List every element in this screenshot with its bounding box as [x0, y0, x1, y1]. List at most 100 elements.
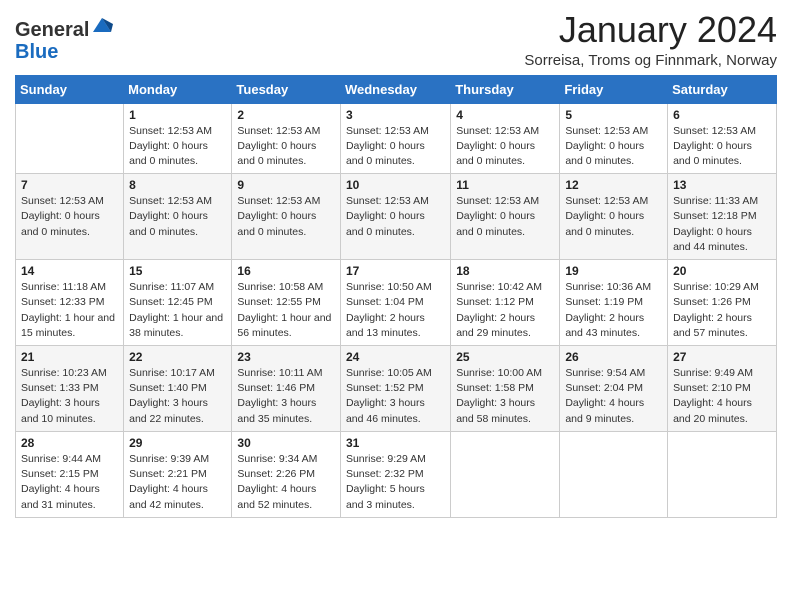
column-header-thursday: Thursday	[451, 75, 560, 103]
calendar-cell: 30 Sunrise: 9:34 AM Sunset: 2:26 PM Dayli…	[232, 431, 341, 517]
day-info: Sunset: 12:53 AM Daylight: 0 hours and 0…	[21, 194, 118, 240]
day-info: Sunrise: 10:00 AM Sunset: 1:58 PM Daylig…	[456, 366, 554, 427]
day-number: 26	[565, 350, 662, 364]
calendar-cell: 4 Sunset: 12:53 AM Daylight: 0 hours and …	[451, 103, 560, 174]
logo-triangle-icon	[91, 14, 113, 36]
calendar-week-row: 28 Sunrise: 9:44 AM Sunset: 2:15 PM Dayli…	[16, 431, 777, 517]
day-number: 16	[237, 264, 335, 278]
day-info: Sunrise: 10:11 AM Sunset: 1:46 PM Daylig…	[237, 366, 335, 427]
calendar-cell	[16, 103, 124, 174]
day-number: 8	[129, 178, 226, 192]
day-info: Sunrise: 10:05 AM Sunset: 1:52 PM Daylig…	[346, 366, 445, 427]
day-number: 29	[129, 436, 226, 450]
day-info: Sunrise: 9:34 AM Sunset: 2:26 PM Dayligh…	[237, 452, 335, 513]
calendar-cell: 26 Sunrise: 9:54 AM Sunset: 2:04 PM Dayli…	[560, 346, 668, 432]
calendar-cell: 14 Sunrise: 11:18 AM Sunset: 12:33 PM Day…	[16, 260, 124, 346]
calendar-cell: 22Sunrise: 10:17 AM Sunset: 1:40 PM Dayl…	[124, 346, 232, 432]
day-info: Sunset: 12:53 AM Daylight: 0 hours and 0…	[456, 194, 554, 240]
day-info: Sunrise: 9:54 AM Sunset: 2:04 PM Dayligh…	[565, 366, 662, 427]
day-number: 31	[346, 436, 445, 450]
logo-general: General	[15, 19, 89, 41]
day-number: 22	[129, 350, 226, 364]
day-number: 24	[346, 350, 445, 364]
day-info: Sunrise: 9:29 AM Sunset: 2:32 PM Dayligh…	[346, 452, 445, 513]
day-number: 27	[673, 350, 771, 364]
column-header-sunday: Sunday	[16, 75, 124, 103]
calendar-cell: 12Sunset: 12:53 AM Daylight: 0 hours and…	[560, 174, 668, 260]
calendar-cell	[668, 431, 777, 517]
day-info: Sunset: 12:53 AM Daylight: 0 hours and 0…	[346, 194, 445, 240]
day-info: Sunrise: 10:23 AM Sunset: 1:33 PM Daylig…	[21, 366, 118, 427]
calendar-cell	[451, 431, 560, 517]
day-number: 21	[21, 350, 118, 364]
calendar-cell: 9Sunset: 12:53 AM Daylight: 0 hours and …	[232, 174, 341, 260]
day-number: 28	[21, 436, 118, 450]
day-info: Sunset: 12:53 AM Daylight: 0 hours and 0…	[456, 124, 554, 170]
day-number: 11	[456, 178, 554, 192]
column-header-saturday: Saturday	[668, 75, 777, 103]
calendar-cell: 5 Sunset: 12:53 AM Daylight: 0 hours and …	[560, 103, 668, 174]
calendar-week-row: 7 Sunset: 12:53 AM Daylight: 0 hours and …	[16, 174, 777, 260]
day-info: Sunset: 12:53 AM Daylight: 0 hours and 0…	[346, 124, 445, 170]
day-number: 2	[237, 108, 335, 122]
month-title: January 2024	[524, 10, 777, 50]
day-info: Sunrise: 11:18 AM Sunset: 12:33 PM Dayli…	[21, 280, 118, 341]
calendar-cell	[560, 431, 668, 517]
day-number: 30	[237, 436, 335, 450]
calendar-cell: 10Sunset: 12:53 AM Daylight: 0 hours and…	[340, 174, 450, 260]
day-number: 5	[565, 108, 662, 122]
calendar-cell: 23 Sunrise: 10:11 AM Sunset: 1:46 PM Dayl…	[232, 346, 341, 432]
calendar-cell: 21 Sunrise: 10:23 AM Sunset: 1:33 PM Dayl…	[16, 346, 124, 432]
day-number: 13	[673, 178, 771, 192]
day-info: Sunrise: 10:42 AM Sunset: 1:12 PM Daylig…	[456, 280, 554, 341]
day-info: Sunset: 12:53 AM Daylight: 0 hours and 0…	[129, 124, 226, 170]
day-info: Sunrise: 9:44 AM Sunset: 2:15 PM Dayligh…	[21, 452, 118, 513]
day-number: 15	[129, 264, 226, 278]
day-info: Sunset: 12:53 AM Daylight: 0 hours and 0…	[129, 194, 226, 240]
calendar-cell: 25 Sunrise: 10:00 AM Sunset: 1:58 PM Dayl…	[451, 346, 560, 432]
calendar-cell: 2 Sunset: 12:53 AM Daylight: 0 hours and …	[232, 103, 341, 174]
calendar-cell: 17Sunrise: 10:50 AM Sunset: 1:04 PM Dayl…	[340, 260, 450, 346]
day-info: Sunrise: 10:50 AM Sunset: 1:04 PM Daylig…	[346, 280, 445, 341]
calendar-table: SundayMondayTuesdayWednesdayThursdayFrid…	[15, 75, 777, 518]
day-number: 18	[456, 264, 554, 278]
logo: General Blue	[15, 14, 113, 63]
location-subtitle: Sorreisa, Troms og Finnmark, Norway	[524, 52, 777, 69]
calendar-week-row: 21 Sunrise: 10:23 AM Sunset: 1:33 PM Dayl…	[16, 346, 777, 432]
page-header: General Blue January 2024 Sorreisa, Trom…	[15, 10, 777, 69]
day-info: Sunset: 12:53 AM Daylight: 0 hours and 0…	[565, 194, 662, 240]
column-header-monday: Monday	[124, 75, 232, 103]
day-number: 25	[456, 350, 554, 364]
day-info: Sunset: 12:53 AM Daylight: 0 hours and 0…	[237, 124, 335, 170]
day-number: 9	[237, 178, 335, 192]
calendar-cell: 8 Sunset: 12:53 AM Daylight: 0 hours and …	[124, 174, 232, 260]
day-number: 7	[21, 178, 118, 192]
day-info: Sunrise: 10:29 AM Sunset: 1:26 PM Daylig…	[673, 280, 771, 341]
day-number: 23	[237, 350, 335, 364]
calendar-week-row: 1 Sunset: 12:53 AM Daylight: 0 hours and …	[16, 103, 777, 174]
calendar-week-row: 14 Sunrise: 11:18 AM Sunset: 12:33 PM Day…	[16, 260, 777, 346]
calendar-cell: 29 Sunrise: 9:39 AM Sunset: 2:21 PM Dayli…	[124, 431, 232, 517]
calendar-cell: 15 Sunrise: 11:07 AM Sunset: 12:45 PM Day…	[124, 260, 232, 346]
column-header-tuesday: Tuesday	[232, 75, 341, 103]
calendar-cell: 24 Sunrise: 10:05 AM Sunset: 1:52 PM Dayl…	[340, 346, 450, 432]
day-number: 3	[346, 108, 445, 122]
calendar-cell: 3 Sunset: 12:53 AM Daylight: 0 hours and …	[340, 103, 450, 174]
day-info: Sunset: 12:53 AM Daylight: 0 hours and 0…	[673, 124, 771, 170]
day-number: 14	[21, 264, 118, 278]
calendar-cell: 16Sunrise: 10:58 AM Sunset: 12:55 PM Day…	[232, 260, 341, 346]
calendar-header-row: SundayMondayTuesdayWednesdayThursdayFrid…	[16, 75, 777, 103]
day-info: Sunrise: 9:39 AM Sunset: 2:21 PM Dayligh…	[129, 452, 226, 513]
column-header-wednesday: Wednesday	[340, 75, 450, 103]
day-info: Sunset: 12:53 AM Daylight: 0 hours and 0…	[565, 124, 662, 170]
day-info: Sunrise: 9:49 AM Sunset: 2:10 PM Dayligh…	[673, 366, 771, 427]
day-number: 4	[456, 108, 554, 122]
day-info: Sunrise: 10:36 AM Sunset: 1:19 PM Daylig…	[565, 280, 662, 341]
calendar-cell: 19Sunrise: 10:36 AM Sunset: 1:19 PM Dayl…	[560, 260, 668, 346]
day-info: Sunrise: 11:07 AM Sunset: 12:45 PM Dayli…	[129, 280, 226, 341]
calendar-cell: 27 Sunrise: 9:49 AM Sunset: 2:10 PM Dayli…	[668, 346, 777, 432]
calendar-cell: 31 Sunrise: 9:29 AM Sunset: 2:32 PM Dayli…	[340, 431, 450, 517]
day-number: 1	[129, 108, 226, 122]
calendar-cell: 11 Sunset: 12:53 AM Daylight: 0 hours and…	[451, 174, 560, 260]
day-info: Sunrise: 11:33 AM Sunset: 12:18 PM Dayli…	[673, 194, 771, 255]
